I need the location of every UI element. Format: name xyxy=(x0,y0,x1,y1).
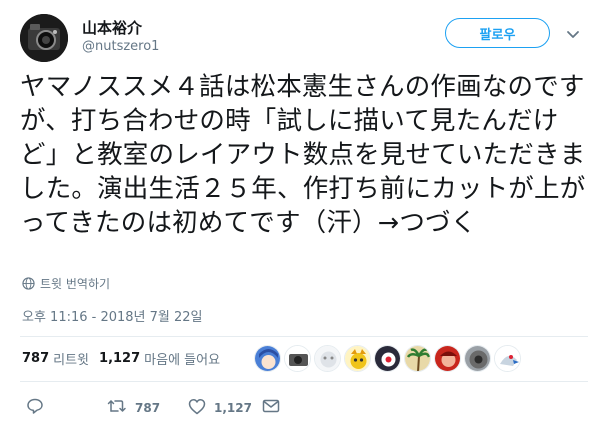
liker-avatar[interactable] xyxy=(284,345,311,372)
chevron-down-icon[interactable] xyxy=(565,26,581,42)
retweet-count: 787 xyxy=(135,401,161,415)
liker-avatar[interactable] xyxy=(494,345,521,372)
divider xyxy=(20,381,588,382)
retweet-count-stat[interactable]: 787 xyxy=(22,351,49,366)
translate-label: 트윗 번역하기 xyxy=(40,276,111,291)
liker-avatar[interactable] xyxy=(434,345,461,372)
liker-avatar[interactable] xyxy=(374,345,401,372)
reply-button[interactable] xyxy=(26,398,44,418)
retweet-icon xyxy=(107,398,127,418)
liker-avatar[interactable] xyxy=(254,345,281,372)
like-label[interactable]: 마음에 들어요 xyxy=(144,349,220,368)
direct-message-button[interactable] xyxy=(262,398,280,418)
liker-avatars xyxy=(254,345,521,372)
author-handle[interactable]: @nutszero1 xyxy=(82,39,159,54)
tweet-card: 山本裕介 @nutszero1 팔로우 ヤマノススメ４話は松本憲生さんの作画なの… xyxy=(0,0,608,436)
reply-icon xyxy=(26,397,44,419)
follow-button[interactable]: 팔로우 xyxy=(445,18,550,48)
liker-avatar[interactable] xyxy=(344,345,371,372)
tweet-stats: 787 리트윗 1,127 마음에 들어요 xyxy=(22,346,220,370)
like-count-stat[interactable]: 1,127 xyxy=(99,351,140,366)
liker-avatar[interactable] xyxy=(314,345,341,372)
retweet-label[interactable]: 리트윗 xyxy=(53,349,89,368)
retweet-button[interactable]: 787 xyxy=(107,398,160,418)
translate-tweet-link[interactable]: 트윗 번역하기 xyxy=(22,275,110,291)
author-avatar[interactable] xyxy=(20,14,68,62)
author-display-name[interactable]: 山本裕介 xyxy=(82,17,142,38)
heart-icon xyxy=(188,398,206,419)
like-button[interactable]: 1,127 xyxy=(188,398,252,418)
like-count: 1,127 xyxy=(214,401,252,415)
tweet-timestamp[interactable]: 오후 11:16 - 2018년 7월 22일 xyxy=(22,306,203,325)
liker-avatar[interactable] xyxy=(464,345,491,372)
divider xyxy=(20,336,588,337)
liker-avatar[interactable] xyxy=(404,345,431,372)
envelope-icon xyxy=(262,398,280,418)
tweet-text: ヤマノススメ４話は松本憲生さんの作画なのですが、打ち合わせの時「試しに描いて見た… xyxy=(20,72,586,238)
globe-icon xyxy=(22,276,35,290)
